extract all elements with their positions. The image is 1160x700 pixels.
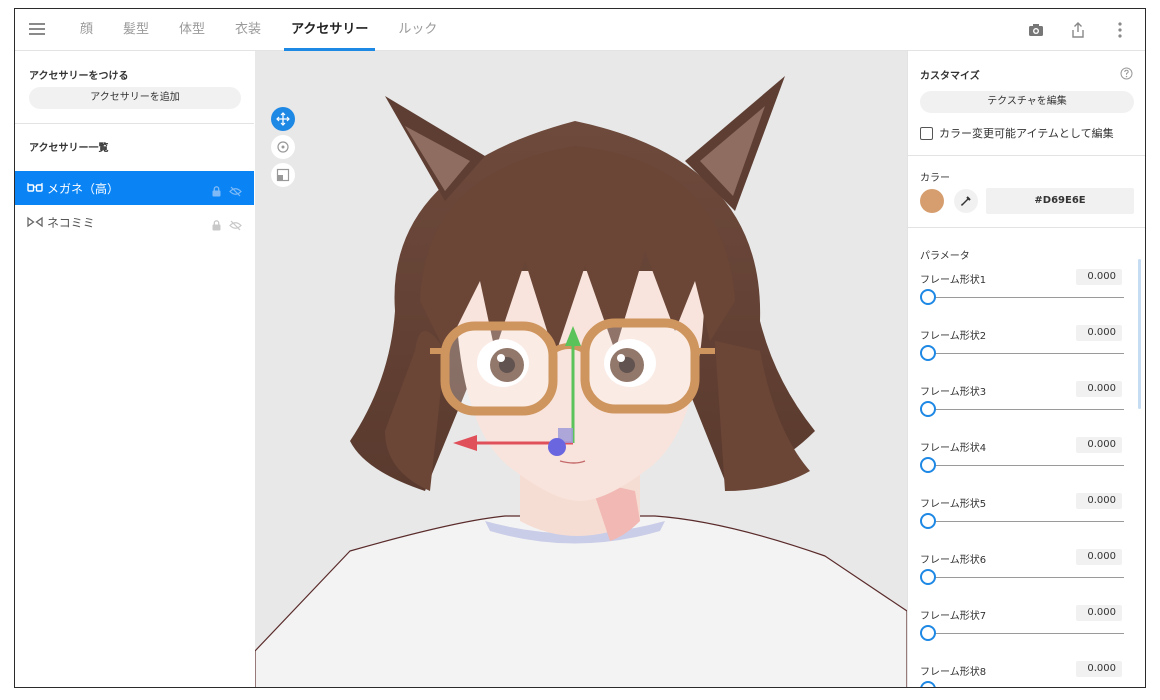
move-arrows-icon bbox=[276, 112, 290, 126]
slider-knob[interactable] bbox=[920, 457, 936, 473]
slider-track[interactable] bbox=[930, 465, 1124, 466]
slider-track[interactable] bbox=[930, 353, 1124, 354]
cat-ears-icon bbox=[27, 216, 43, 228]
app-window: 顔 髪型 体型 衣装 アクセサリー ルック アクセサリーをつける アクセサリーを… bbox=[14, 8, 1146, 688]
add-accessory-button[interactable]: アクセサリーを追加 bbox=[29, 87, 241, 109]
param-label: フレーム形状4 bbox=[920, 443, 987, 454]
param-label: フレーム形状8 bbox=[920, 667, 987, 678]
tab-face[interactable]: 顔 bbox=[65, 9, 108, 51]
divider bbox=[908, 155, 1145, 156]
share-export-icon[interactable] bbox=[1067, 19, 1089, 41]
slider-knob[interactable] bbox=[920, 625, 936, 641]
checkbox-label: カラー変更可能アイテムとして編集 bbox=[939, 127, 1114, 140]
attach-section-title: アクセサリーをつける bbox=[29, 71, 129, 82]
tab-body[interactable]: 体型 bbox=[164, 9, 220, 51]
category-tabs: 顔 髪型 体型 衣装 アクセサリー ルック bbox=[65, 9, 452, 51]
eyedropper-icon bbox=[960, 195, 972, 207]
accessory-list-title: アクセサリー一覧 bbox=[29, 143, 109, 154]
camera-icon[interactable] bbox=[1025, 19, 1047, 41]
edit-texture-button[interactable]: テクスチャを編集 bbox=[920, 91, 1134, 113]
move-tool-button[interactable] bbox=[271, 107, 295, 131]
slider-knob[interactable] bbox=[920, 401, 936, 417]
scale-icon bbox=[276, 168, 290, 182]
tab-hairstyle[interactable]: 髪型 bbox=[108, 9, 164, 51]
param-value-field[interactable]: 0.000 bbox=[1076, 325, 1122, 341]
param-value-field[interactable]: 0.000 bbox=[1076, 549, 1122, 565]
param-label: フレーム形状3 bbox=[920, 387, 987, 398]
checkbox[interactable] bbox=[920, 126, 933, 140]
glasses-icon bbox=[27, 182, 43, 194]
hamburger-menu-icon[interactable] bbox=[29, 23, 45, 36]
slider-knob[interactable] bbox=[920, 289, 936, 305]
param-value-field[interactable]: 0.000 bbox=[1076, 493, 1122, 509]
accessory-item-cat-ears[interactable]: ネコミミ bbox=[15, 205, 254, 239]
parameters-title: パラメータ bbox=[920, 251, 970, 262]
color-change-checkbox-row[interactable]: カラー変更可能アイテムとして編集 bbox=[920, 125, 1114, 141]
tab-look[interactable]: ルック bbox=[383, 9, 452, 51]
param-label: フレーム形状1 bbox=[920, 275, 987, 286]
slider-track[interactable] bbox=[930, 409, 1124, 410]
rotate-tool-button[interactable] bbox=[271, 135, 295, 159]
param-value-field[interactable]: 0.000 bbox=[1076, 381, 1122, 397]
param-value-field[interactable]: 0.000 bbox=[1076, 661, 1122, 677]
lock-icon[interactable] bbox=[212, 216, 221, 235]
color-swatch[interactable] bbox=[920, 189, 944, 213]
accessory-item-label: メガネ（高） bbox=[47, 181, 120, 196]
slider-knob[interactable] bbox=[920, 681, 936, 687]
param-value-field[interactable]: 0.000 bbox=[1076, 437, 1122, 453]
more-options-icon[interactable] bbox=[1109, 19, 1131, 41]
param-label: フレーム形状2 bbox=[920, 331, 987, 342]
param-value-field[interactable]: 0.000 bbox=[1076, 269, 1122, 285]
lock-icon[interactable] bbox=[212, 182, 221, 201]
slider-knob[interactable] bbox=[920, 345, 936, 361]
divider bbox=[15, 123, 254, 124]
color-title: カラー bbox=[920, 173, 950, 184]
accessory-item-glasses[interactable]: メガネ（高） bbox=[15, 171, 254, 205]
slider-track[interactable] bbox=[930, 633, 1124, 634]
top-bar: 顔 髪型 体型 衣装 アクセサリー ルック bbox=[15, 9, 1145, 51]
divider bbox=[908, 227, 1145, 228]
rotate-icon bbox=[276, 140, 290, 154]
visibility-off-icon[interactable] bbox=[229, 182, 242, 201]
slider-track[interactable] bbox=[930, 577, 1124, 578]
avatar-render bbox=[255, 76, 907, 687]
customize-title: カスタマイズ bbox=[920, 71, 980, 82]
accessory-item-label: ネコミミ bbox=[47, 215, 95, 230]
tab-outfit[interactable]: 衣装 bbox=[220, 9, 276, 51]
slider-knob[interactable] bbox=[920, 513, 936, 529]
param-label: フレーム形状6 bbox=[920, 555, 987, 566]
param-value-field[interactable]: 0.000 bbox=[1076, 605, 1122, 621]
scale-tool-button[interactable] bbox=[271, 163, 295, 187]
3d-viewport[interactable] bbox=[255, 51, 907, 687]
color-hex-field[interactable]: #D69E6E bbox=[986, 188, 1134, 214]
param-label: フレーム形状5 bbox=[920, 499, 987, 510]
help-icon[interactable] bbox=[1120, 65, 1133, 84]
slider-track[interactable] bbox=[930, 521, 1124, 522]
accessory-panel: アクセサリーをつける アクセサリーを追加 アクセサリー一覧 メガネ（高） ネコミ… bbox=[15, 51, 256, 687]
scrollbar[interactable] bbox=[1138, 259, 1141, 409]
visibility-off-icon[interactable] bbox=[229, 216, 242, 235]
tab-accessory[interactable]: アクセサリー bbox=[276, 9, 383, 51]
slider-knob[interactable] bbox=[920, 569, 936, 585]
slider-track[interactable] bbox=[930, 297, 1124, 298]
param-label: フレーム形状7 bbox=[920, 611, 987, 622]
customize-panel: カスタマイズ テクスチャを編集 カラー変更可能アイテムとして編集 カラー #D6… bbox=[907, 51, 1145, 687]
eyedropper-button[interactable] bbox=[954, 189, 978, 213]
